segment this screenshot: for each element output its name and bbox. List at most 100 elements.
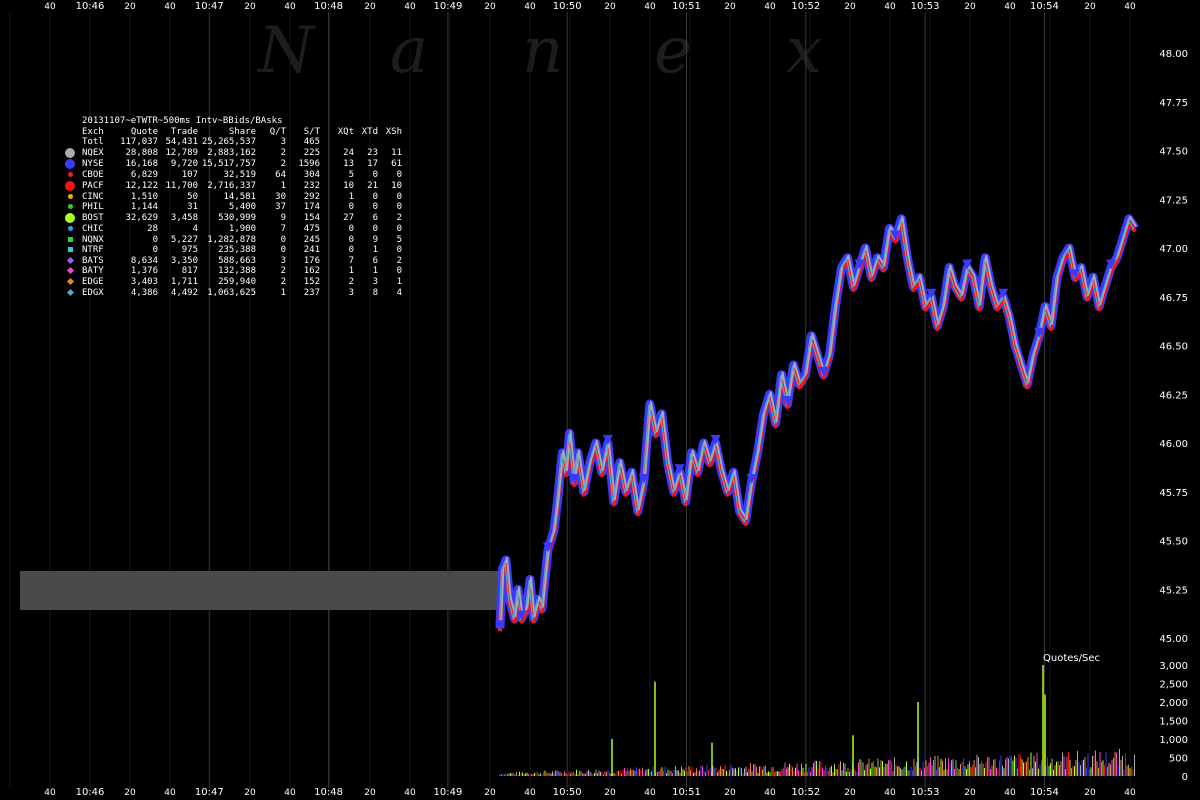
legend-cell: PACF [82, 180, 104, 191]
time-tick-minute: 10:49 [433, 1, 462, 12]
legend-cell: 0 [372, 202, 378, 213]
legend-cell: EDGX [82, 287, 104, 298]
time-tick-seconds: 20 [244, 788, 256, 798]
time-tick-minute: 10:47 [195, 1, 224, 12]
time-tick-minute: 10:47 [195, 787, 224, 798]
legend-cell: 11 [391, 148, 402, 159]
legend-cell: 3,458 [170, 213, 198, 224]
legend-cell: 1,063,625 [207, 287, 256, 298]
legend-cell: 304 [303, 169, 320, 180]
legend-cell: BOST [82, 213, 104, 224]
legend-cell: 8,634 [130, 255, 158, 266]
price-tick: 47.50 [1159, 147, 1188, 158]
legend-cell: 28,808 [125, 148, 158, 159]
legend-cell: 232 [303, 180, 320, 191]
legend-cell: 152 [303, 276, 320, 287]
time-tick-seconds: 20 [1084, 788, 1096, 798]
price-series [495, 214, 1139, 632]
legend-cell: 176 [303, 255, 320, 266]
price-tick: 45.25 [1159, 585, 1188, 596]
legend-cell: 237 [303, 287, 320, 298]
legend-row: NQNX 0 5,227 1,282,878 0 245 0 9 5 [60, 235, 402, 246]
legend-cell: 2 [348, 276, 354, 287]
legend-cell: 8 [372, 287, 378, 298]
legend-marker-icon [65, 212, 75, 223]
legend-row: EDGE 3,403 1,711 259,940 2 152 2 3 1 [60, 277, 402, 288]
time-tick-minute: 10:50 [553, 1, 582, 12]
legend-cell: 2 [280, 276, 286, 287]
legend-cell: 0 [396, 191, 402, 202]
watermark-letter: a [390, 14, 428, 88]
watermark-letter: x [786, 14, 822, 88]
time-tick-seconds: 40 [764, 2, 776, 12]
legend-cell: 5,400 [228, 202, 256, 213]
legend-cell: 16,168 [125, 159, 158, 170]
legend-cell: 1,376 [130, 266, 158, 277]
legend-cell: EDGE [82, 276, 104, 287]
price-tick: 45.00 [1159, 634, 1188, 645]
legend-cell: 9,720 [170, 159, 198, 170]
legend-cell: Totl [82, 137, 104, 148]
legend-cell: 3 [348, 287, 354, 298]
legend-cell [354, 137, 378, 148]
time-axis-bottom: 40 20 40 20 40 20 40 20 40 20 40 20 40 20 40 20 40 20 40 10… [44, 787, 1136, 798]
legend-row: NQEX 28,808 12,789 2,883,162 2 225 24 23 11 [60, 147, 402, 159]
legend-cell: 14,581 [223, 191, 256, 202]
time-tick-seconds: 40 [1004, 788, 1016, 798]
time-tick-minute: 10:50 [553, 787, 582, 798]
legend-row: EDGX 4,386 4,492 1,063,625 1 237 3 8 4 [60, 288, 402, 299]
legend-cell: 2,883,162 [207, 148, 256, 159]
price-band-edgx [498, 219, 1135, 630]
legend-cell: 1 [372, 266, 378, 277]
time-tick-minute: 10:52 [791, 1, 820, 12]
legend-cell: 0 [280, 245, 286, 256]
legend-cell: 4 [192, 223, 198, 234]
time-tick-seconds: 20 [724, 2, 736, 12]
legend-cell: CHIC [82, 223, 104, 234]
legend-cell: 64 [275, 169, 286, 180]
legend-cell: 0 [372, 191, 378, 202]
time-tick-seconds: 40 [44, 788, 56, 798]
gray-placeholder-bar [20, 571, 500, 610]
time-tick-seconds: 40 [764, 788, 776, 798]
time-tick-seconds: 40 [284, 788, 296, 798]
legend-cell: 0 [396, 266, 402, 277]
legend-cell: 1 [280, 180, 286, 191]
time-tick-seconds: 40 [884, 788, 896, 798]
legend-marker-icon [66, 267, 74, 275]
quotes-tick: 2,000 [1159, 698, 1188, 709]
time-tick-minute: 10:46 [76, 1, 105, 12]
legend-cell: 2 [280, 266, 286, 277]
legend-cell: 32,519 [223, 169, 256, 180]
price-tick: 47.00 [1159, 244, 1188, 255]
time-tick-seconds: 40 [164, 2, 176, 12]
legend-cell: 61 [391, 159, 402, 170]
legend-row: Totl 117,037 54,431 25,265,537 3 465 [60, 137, 402, 148]
legend-marker-icon [66, 256, 74, 264]
legend-cell: 32,629 [125, 213, 158, 224]
legend-cell: 2 [396, 213, 402, 224]
legend-cell: 0 [348, 234, 354, 245]
time-tick-seconds: 40 [44, 2, 56, 12]
legend-cell: 292 [303, 191, 320, 202]
legend-cell: 21 [367, 180, 378, 191]
quotes-tick: 1,000 [1159, 735, 1188, 746]
quotes-tick: 1,500 [1159, 717, 1188, 728]
price-tick: 47.75 [1159, 98, 1188, 109]
legend-cell: 107 [181, 169, 198, 180]
legend-cell: 174 [303, 202, 320, 213]
time-tick-seconds: 20 [724, 788, 736, 798]
time-tick-seconds: 20 [604, 788, 616, 798]
time-tick-minute: 10:53 [911, 787, 940, 798]
price-band-nyse [495, 214, 1139, 629]
time-tick-seconds: 20 [1084, 2, 1096, 12]
legend-cell: 6 [372, 213, 378, 224]
time-tick-seconds: 20 [364, 788, 376, 798]
legend-cell: CINC [82, 191, 104, 202]
time-tick-minute: 10:48 [314, 787, 343, 798]
time-tick-seconds: 20 [484, 788, 496, 798]
legend-cell: 154 [303, 213, 320, 224]
legend-cell: 15,517,757 [201, 159, 256, 170]
legend-cell: 0 [280, 234, 286, 245]
legend-cell: 54,431 [165, 137, 198, 148]
